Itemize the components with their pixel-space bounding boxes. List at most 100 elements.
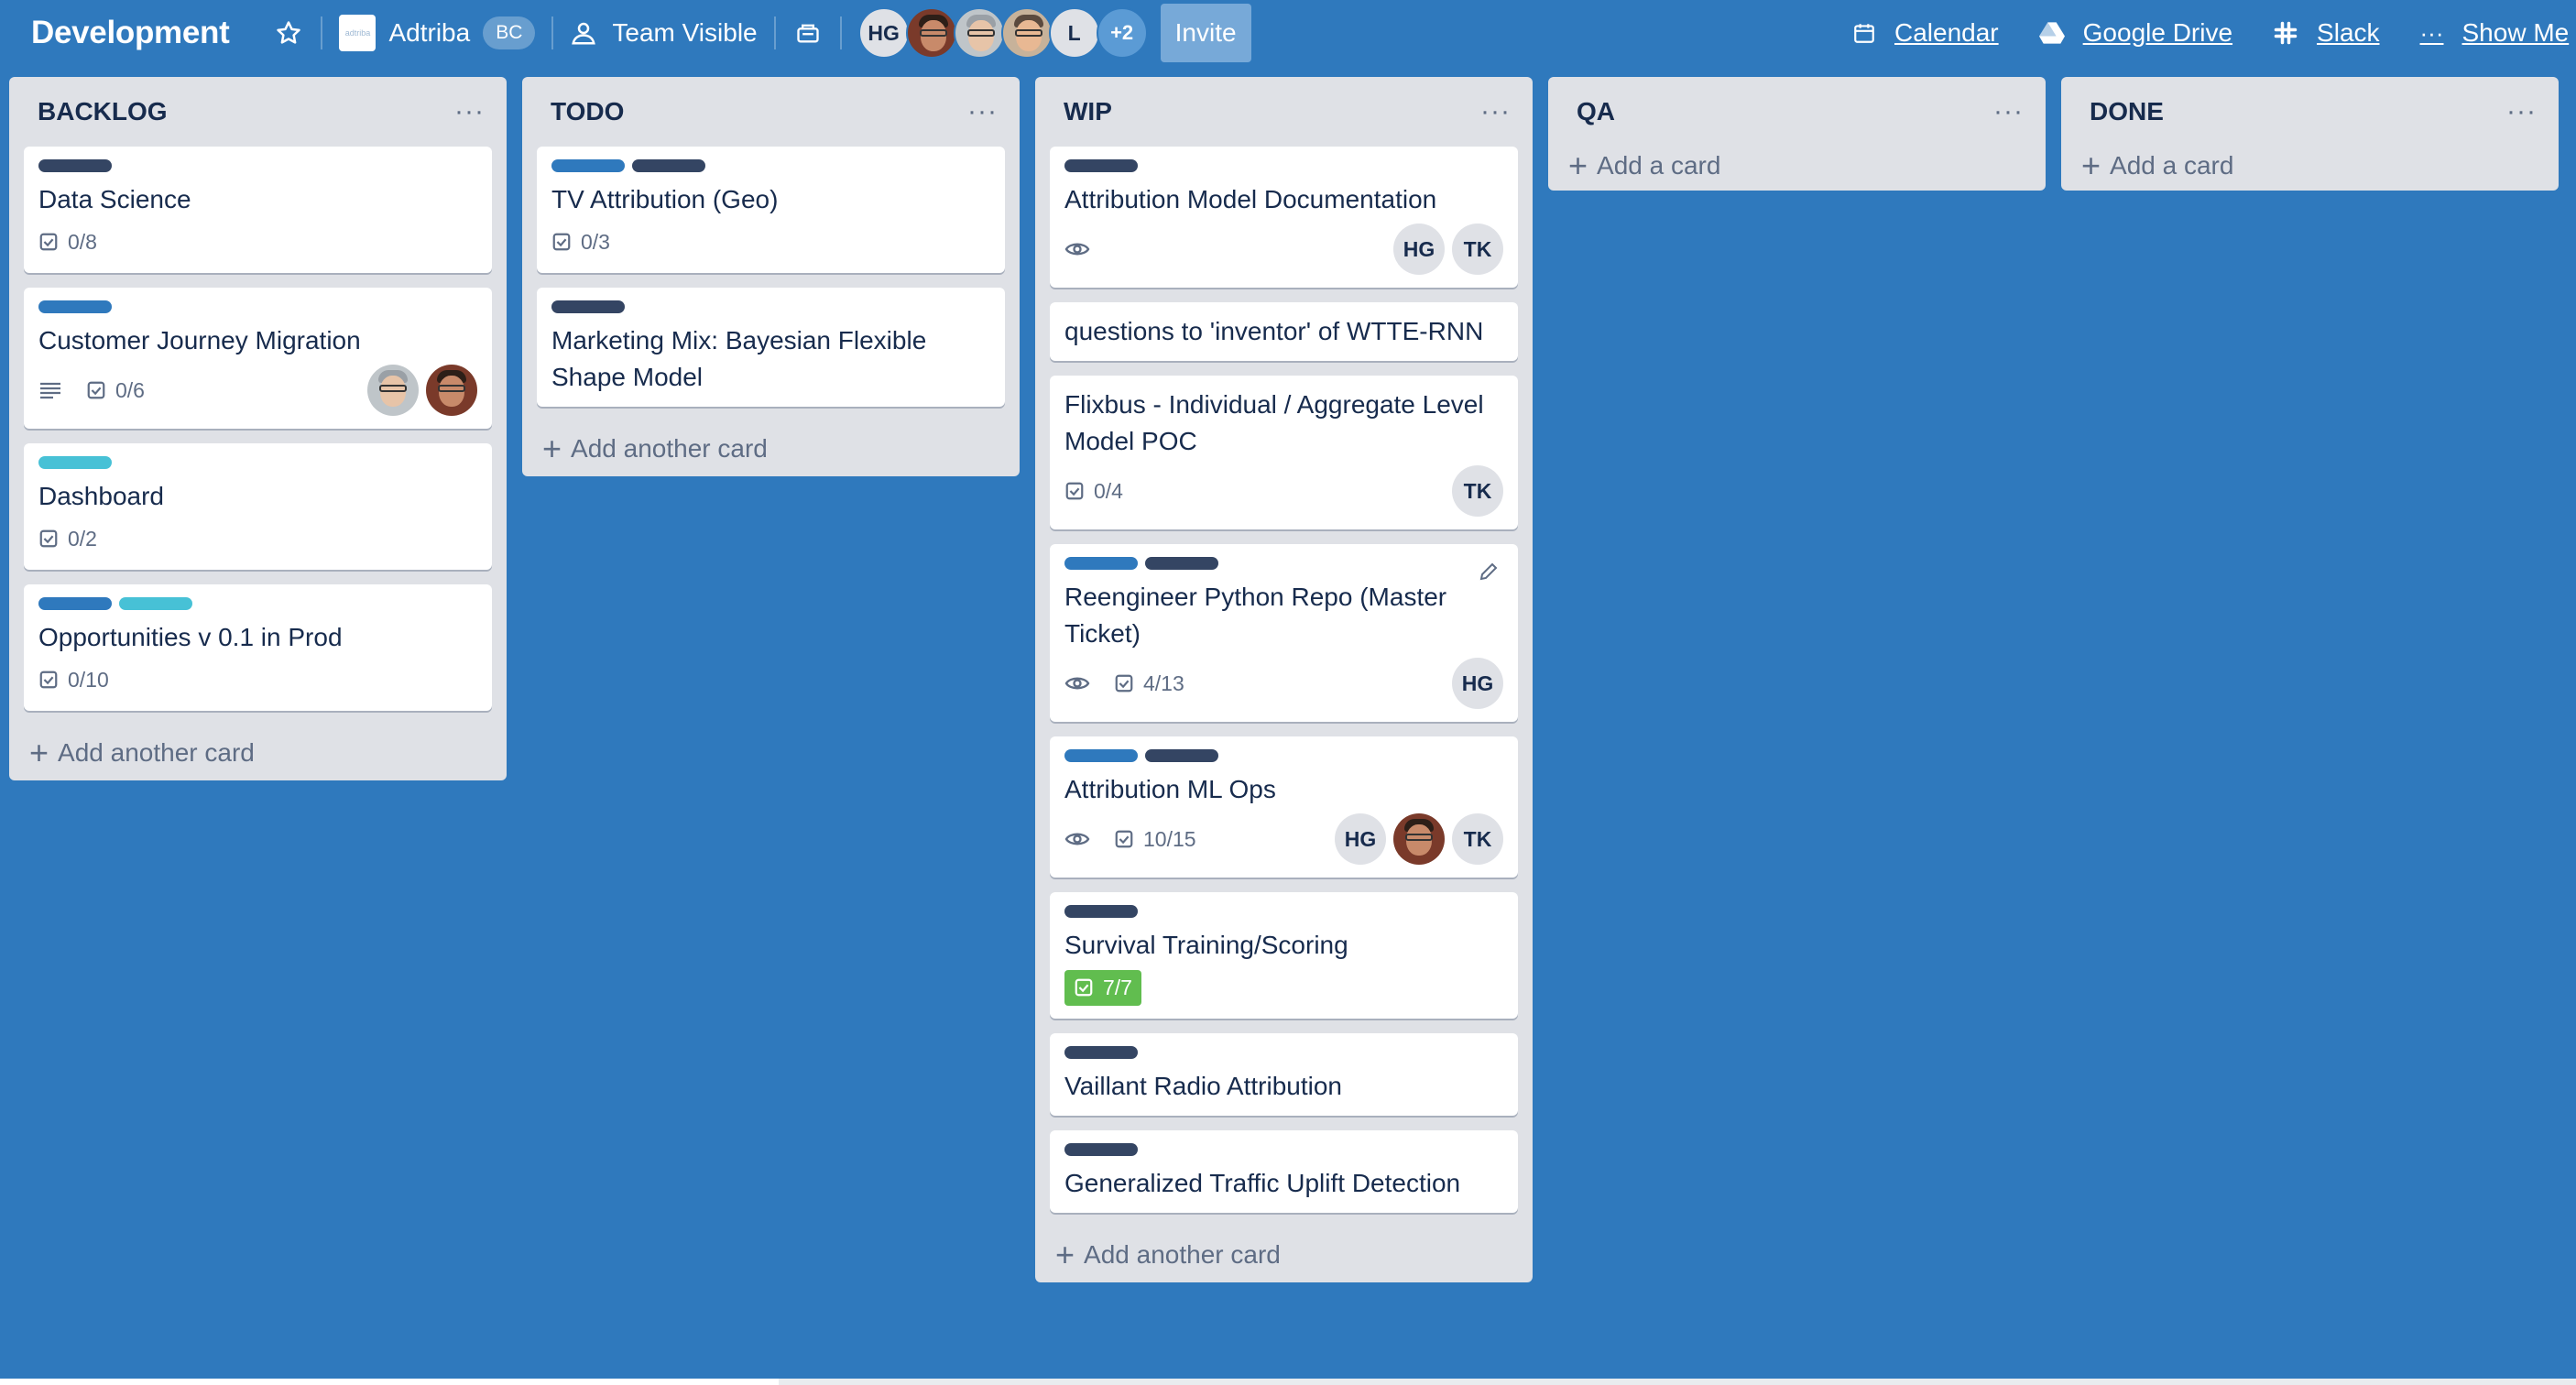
- org-button[interactable]: adtriba Adtriba BC: [339, 15, 536, 51]
- label-sky[interactable]: [38, 456, 112, 469]
- invite-button[interactable]: Invite: [1160, 4, 1251, 62]
- more-icon[interactable]: ···: [1480, 98, 1511, 125]
- member-avatar[interactable]: [953, 7, 1005, 59]
- member-avatar[interactable]: TK: [1452, 465, 1503, 517]
- add-card-button[interactable]: + Add a card: [2061, 141, 2559, 191]
- add-card-button[interactable]: + Add another card: [1035, 1227, 1533, 1282]
- list-title[interactable]: WIP: [1064, 97, 1112, 126]
- card[interactable]: Generalized Traffic Uplift Detection: [1050, 1130, 1518, 1213]
- label-dark[interactable]: [1064, 905, 1138, 918]
- member-avatar[interactable]: [367, 365, 419, 416]
- card[interactable]: Vaillant Radio Attribution: [1050, 1033, 1518, 1116]
- show-menu-link[interactable]: ··· Show Me: [2420, 18, 2570, 48]
- member-avatar[interactable]: L: [1048, 7, 1100, 59]
- card[interactable]: Customer Journey Migration 0/6: [24, 288, 492, 429]
- more-icon[interactable]: ···: [1993, 98, 2024, 125]
- list-title[interactable]: BACKLOG: [38, 97, 168, 126]
- card-title: questions to 'inventor' of WTTE-RNN: [1064, 317, 1484, 345]
- visibility-button[interactable]: Team Visible: [570, 18, 758, 48]
- add-card-label: Add another card: [1084, 1240, 1281, 1269]
- member-avatar[interactable]: HG: [1452, 658, 1503, 709]
- checklist-count: 0/10: [68, 667, 109, 692]
- board-header: Development adtriba Adtriba BC Team Visi…: [0, 0, 2576, 66]
- card[interactable]: Flixbus - Individual / Aggregate Level M…: [1050, 376, 1518, 529]
- label-dark[interactable]: [1064, 159, 1138, 172]
- label-dark[interactable]: [632, 159, 705, 172]
- member-avatar[interactable]: [1393, 813, 1445, 865]
- card[interactable]: Dashboard 0/2: [24, 443, 492, 570]
- more-icon[interactable]: ···: [454, 98, 485, 125]
- label-dark[interactable]: [1064, 1143, 1138, 1156]
- card-title: Reengineer Python Repo (Master Ticket): [1064, 583, 1447, 648]
- label-sky[interactable]: [119, 597, 192, 610]
- card[interactable]: Attribution ML Ops 10/15 HG TK: [1050, 736, 1518, 878]
- card-members: TK: [1452, 465, 1503, 517]
- add-card-button[interactable]: + Add a card: [1548, 141, 2046, 191]
- card[interactable]: Attribution Model Documentation HG TK: [1050, 147, 1518, 288]
- label-blue[interactable]: [1064, 557, 1138, 570]
- label-blue[interactable]: [38, 597, 112, 610]
- member-avatar[interactable]: [426, 365, 477, 416]
- card[interactable]: Data Science 0/8: [24, 147, 492, 273]
- card[interactable]: Opportunities v 0.1 in Prod 0/10: [24, 584, 492, 711]
- card[interactable]: Reengineer Python Repo (Master Ticket) 4/…: [1050, 544, 1518, 722]
- card-labels: [38, 159, 477, 172]
- label-dark[interactable]: [551, 300, 625, 313]
- card-badges: 0/3: [551, 224, 990, 260]
- member-avatar[interactable]: TK: [1452, 813, 1503, 865]
- slack-link[interactable]: Slack: [2273, 18, 2380, 48]
- member-avatar[interactable]: HG: [1335, 813, 1386, 865]
- add-card-label: Add a card: [2110, 151, 2234, 180]
- label-dark[interactable]: [1064, 1046, 1138, 1059]
- member-avatar[interactable]: [905, 7, 957, 59]
- list-title[interactable]: TODO: [551, 97, 624, 126]
- checkbox-icon: [86, 380, 106, 400]
- card-labels: [1064, 159, 1503, 172]
- label-blue[interactable]: [551, 159, 625, 172]
- list-title[interactable]: QA: [1577, 97, 1615, 126]
- add-card-button[interactable]: + Add another card: [522, 421, 1020, 476]
- board-title[interactable]: Development: [31, 15, 230, 51]
- calendar-link[interactable]: Calendar: [1852, 18, 1999, 48]
- add-card-button[interactable]: + Add another card: [9, 725, 507, 780]
- google-drive-icon: [2038, 22, 2065, 44]
- member-avatar[interactable]: TK: [1452, 224, 1503, 275]
- card-members: [367, 365, 477, 416]
- more-icon[interactable]: ···: [967, 98, 998, 125]
- badge-group: 0/3: [551, 230, 610, 255]
- butler-icon[interactable]: [792, 17, 824, 49]
- card[interactable]: Marketing Mix: Bayesian Flexible Shape M…: [537, 288, 1005, 407]
- card-title: Opportunities v 0.1 in Prod: [38, 623, 343, 651]
- checklist-count: 0/6: [115, 377, 145, 402]
- card[interactable]: TV Attribution (Geo) 0/3: [537, 147, 1005, 273]
- card[interactable]: Survival Training/Scoring 7/7: [1050, 892, 1518, 1019]
- member-avatar[interactable]: HG: [1393, 224, 1445, 275]
- list-title[interactable]: DONE: [2090, 97, 2164, 126]
- card-badges: 0/2: [38, 520, 477, 557]
- card-labels: [38, 597, 477, 610]
- google-drive-label: Google Drive: [2082, 18, 2233, 47]
- label-blue[interactable]: [1064, 749, 1138, 762]
- more-icon[interactable]: ···: [2506, 98, 2537, 125]
- member-avatar[interactable]: [1000, 7, 1053, 59]
- checklist-count: 0/2: [68, 526, 97, 551]
- calendar-label: Calendar: [1894, 18, 1999, 47]
- card-labels: [1064, 1046, 1503, 1059]
- label-blue[interactable]: [38, 300, 112, 313]
- list-todo: TODO ··· TV Attribution (Geo) 0/3 Marketing …: [522, 77, 1020, 476]
- scrollbar-thumb[interactable]: [0, 1379, 779, 1385]
- card-members: HG TK: [1393, 224, 1503, 275]
- label-dark[interactable]: [1145, 557, 1218, 570]
- card-members: HG TK: [1335, 813, 1503, 865]
- edit-icon[interactable]: [1478, 561, 1500, 587]
- card[interactable]: questions to 'inventor' of WTTE-RNN: [1050, 302, 1518, 361]
- card-list: Data Science 0/8 Customer Journey Migratio…: [9, 147, 507, 711]
- google-drive-link[interactable]: Google Drive: [2038, 18, 2233, 48]
- member-avatar[interactable]: HG: [857, 7, 910, 59]
- label-dark[interactable]: [38, 159, 112, 172]
- more-members-button[interactable]: +2: [1096, 7, 1148, 59]
- add-card-label: Add another card: [58, 738, 255, 767]
- star-icon[interactable]: [273, 17, 304, 49]
- label-dark[interactable]: [1145, 749, 1218, 762]
- card-title: Customer Journey Migration: [38, 326, 361, 354]
